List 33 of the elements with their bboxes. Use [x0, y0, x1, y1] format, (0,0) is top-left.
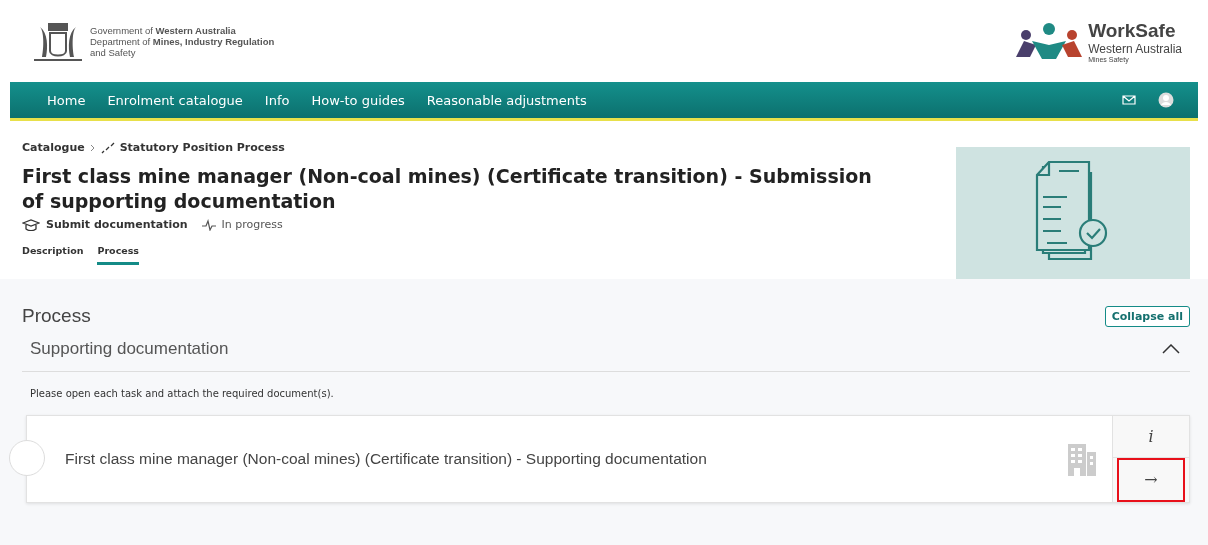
graduation-cap-icon — [22, 218, 40, 231]
tab[interactable]: Process — [97, 245, 139, 265]
avatar-icon[interactable] — [1158, 92, 1174, 108]
department-name: and Safety — [90, 46, 136, 58]
nav-link[interactable]: Home — [36, 92, 97, 108]
mail-icon[interactable] — [1122, 95, 1136, 105]
collapse-all-button[interactable]: Collapse all — [1104, 305, 1190, 327]
chevron-icon — [89, 143, 96, 152]
brand-region: Western Australia — [1088, 41, 1182, 56]
people-logo-icon — [1014, 21, 1085, 61]
section-heading: Process — [22, 305, 91, 327]
status-text: In progress — [221, 218, 283, 231]
department-name: Department of Mines, Industry Regulation — [90, 35, 275, 47]
pulse-icon — [201, 218, 216, 231]
tab[interactable]: Description — [22, 245, 84, 265]
nav-link[interactable]: Enrolment catalogue — [96, 92, 254, 108]
accordion-header[interactable]: Supporting documentation — [22, 327, 1190, 372]
nav-link[interactable]: Reasonable adjustments — [415, 92, 598, 108]
task-type: Submit documentation — [46, 218, 188, 231]
instruction-text: Please open each task and attach the required document(s). — [30, 388, 335, 399]
building-icon — [1066, 442, 1098, 476]
department-name: Government of Western Australia — [90, 24, 237, 36]
chevron-up-icon — [1162, 344, 1180, 354]
open-task-button[interactable]: → — [1119, 459, 1183, 500]
info-button[interactable]: i — [1113, 416, 1189, 458]
route-icon — [100, 141, 115, 154]
nav-link[interactable]: Info — [253, 92, 301, 108]
breadcrumb-current: Statutory Position Process — [119, 141, 285, 154]
nav-link[interactable]: How-to guides — [300, 92, 416, 108]
brand-name: WorkSafe — [1088, 19, 1177, 42]
breadcrumb-link[interactable]: Catalogue — [22, 141, 85, 154]
page-title: First class mine manager (Non-coal mines) (Certificate transition) - Submission of supporting documentation — [22, 164, 872, 214]
task-title: First class mine manager (Non-coal mines) (Certificate transition) - Supporting documentation — [65, 450, 707, 468]
